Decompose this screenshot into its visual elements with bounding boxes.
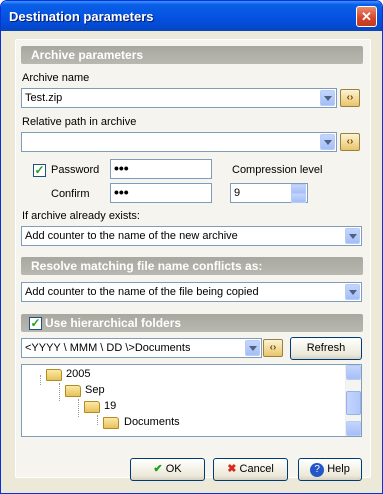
archive-name-macro-button[interactable]: ‹› bbox=[340, 89, 360, 107]
check-icon: ✓ bbox=[30, 316, 41, 330]
password-input[interactable]: ••• bbox=[110, 159, 212, 179]
help-button[interactable]: ? Help bbox=[298, 458, 362, 481]
macro-icon: ‹› bbox=[269, 342, 277, 353]
tree-scrollbar[interactable] bbox=[345, 365, 361, 436]
tree-item-2005[interactable]: 2005 bbox=[66, 368, 90, 380]
password-label: Password bbox=[51, 164, 100, 176]
compression-value: 9 bbox=[234, 187, 241, 199]
relative-path-label: Relative path in archive bbox=[22, 116, 137, 128]
chevron-down-icon[interactable] bbox=[320, 90, 335, 106]
dialog-window: Destination parameters ✕ Archive paramet… bbox=[0, 0, 383, 494]
macro-icon: ‹› bbox=[346, 92, 354, 103]
relative-path-combo[interactable] bbox=[21, 132, 337, 152]
archive-parameters-header: Archive parameters bbox=[21, 46, 363, 64]
question-icon: ? bbox=[310, 463, 325, 477]
confirm-label: Confirm bbox=[51, 188, 90, 200]
scroll-down-button[interactable] bbox=[346, 421, 361, 436]
macro-icon: ‹› bbox=[346, 136, 354, 147]
archive-exists-select[interactable]: Add counter to the name of the new archi… bbox=[21, 226, 362, 246]
archive-exists-value: Add counter to the name of the new archi… bbox=[25, 230, 238, 242]
folder-template-value: <YYYY \ MMM \ DD \>Documents bbox=[25, 342, 191, 354]
compression-label: Compression level bbox=[232, 164, 323, 176]
archive-exists-label: If archive already exists: bbox=[22, 210, 140, 222]
folder-icon bbox=[84, 401, 100, 413]
close-icon: ✕ bbox=[361, 9, 372, 24]
confirm-input[interactable]: ••• bbox=[110, 183, 212, 203]
hierarchical-folders-checkbox[interactable]: ✓ bbox=[29, 317, 42, 330]
cancel-label: Cancel bbox=[239, 463, 274, 475]
tree-connector bbox=[59, 383, 60, 401]
scroll-thumb[interactable] bbox=[346, 391, 361, 415]
window-title: Destination parameters bbox=[9, 9, 154, 24]
cancel-button[interactable]: ✖ Cancel bbox=[213, 458, 288, 481]
check-icon: ✓ bbox=[34, 163, 45, 177]
conflicts-header: Resolve matching file name conflicts as: bbox=[21, 257, 363, 275]
tree-connector bbox=[78, 399, 79, 417]
chevron-down-icon[interactable] bbox=[320, 134, 335, 150]
archive-name-value: Test.zip bbox=[25, 92, 63, 104]
cross-icon: ✖ bbox=[227, 463, 237, 475]
refresh-button[interactable]: Refresh bbox=[290, 337, 362, 360]
close-button[interactable]: ✕ bbox=[356, 6, 377, 27]
folder-icon bbox=[103, 417, 119, 429]
folder-tree[interactable]: 2005 Sep 19 Documents bbox=[21, 364, 362, 437]
chevron-down-icon[interactable] bbox=[245, 340, 260, 356]
tree-item-documents[interactable]: Documents bbox=[124, 416, 180, 428]
compression-spinner[interactable]: 9 bbox=[230, 183, 308, 203]
conflicts-value: Add counter to the name of the file bein… bbox=[25, 286, 259, 298]
tree-connector bbox=[97, 415, 98, 425]
folder-icon bbox=[65, 385, 81, 397]
tree-connector bbox=[40, 375, 41, 385]
hierarchical-folders-header: Use hierarchical folders bbox=[21, 314, 363, 332]
relative-path-macro-button[interactable]: ‹› bbox=[340, 133, 360, 151]
password-checkbox[interactable]: ✓ bbox=[33, 164, 46, 177]
tree-item-19[interactable]: 19 bbox=[104, 400, 116, 412]
folder-template-combo[interactable]: <YYYY \ MMM \ DD \>Documents bbox=[21, 338, 262, 358]
scroll-up-button[interactable] bbox=[346, 365, 361, 380]
ok-button[interactable]: ✔ OK bbox=[130, 458, 205, 481]
help-label: Help bbox=[327, 463, 350, 475]
chevron-down-icon[interactable] bbox=[345, 284, 360, 300]
dialog-client: Archive parameters Archive name Test.zip… bbox=[5, 31, 378, 489]
folder-template-macro-button[interactable]: ‹› bbox=[263, 339, 283, 357]
ok-label: OK bbox=[165, 463, 182, 475]
title-bar[interactable]: Destination parameters ✕ bbox=[1, 1, 382, 31]
tree-item-sep[interactable]: Sep bbox=[85, 384, 105, 396]
folder-icon bbox=[46, 369, 62, 381]
hierarchical-folders-label: Use hierarchical folders bbox=[45, 316, 182, 330]
chevron-down-icon[interactable] bbox=[345, 228, 360, 244]
conflicts-select[interactable]: Add counter to the name of the file bein… bbox=[21, 282, 362, 302]
archive-name-label: Archive name bbox=[22, 72, 90, 84]
archive-name-combo[interactable]: Test.zip bbox=[21, 88, 337, 108]
check-icon: ✔ bbox=[153, 463, 163, 475]
spin-down-button[interactable] bbox=[291, 193, 306, 203]
